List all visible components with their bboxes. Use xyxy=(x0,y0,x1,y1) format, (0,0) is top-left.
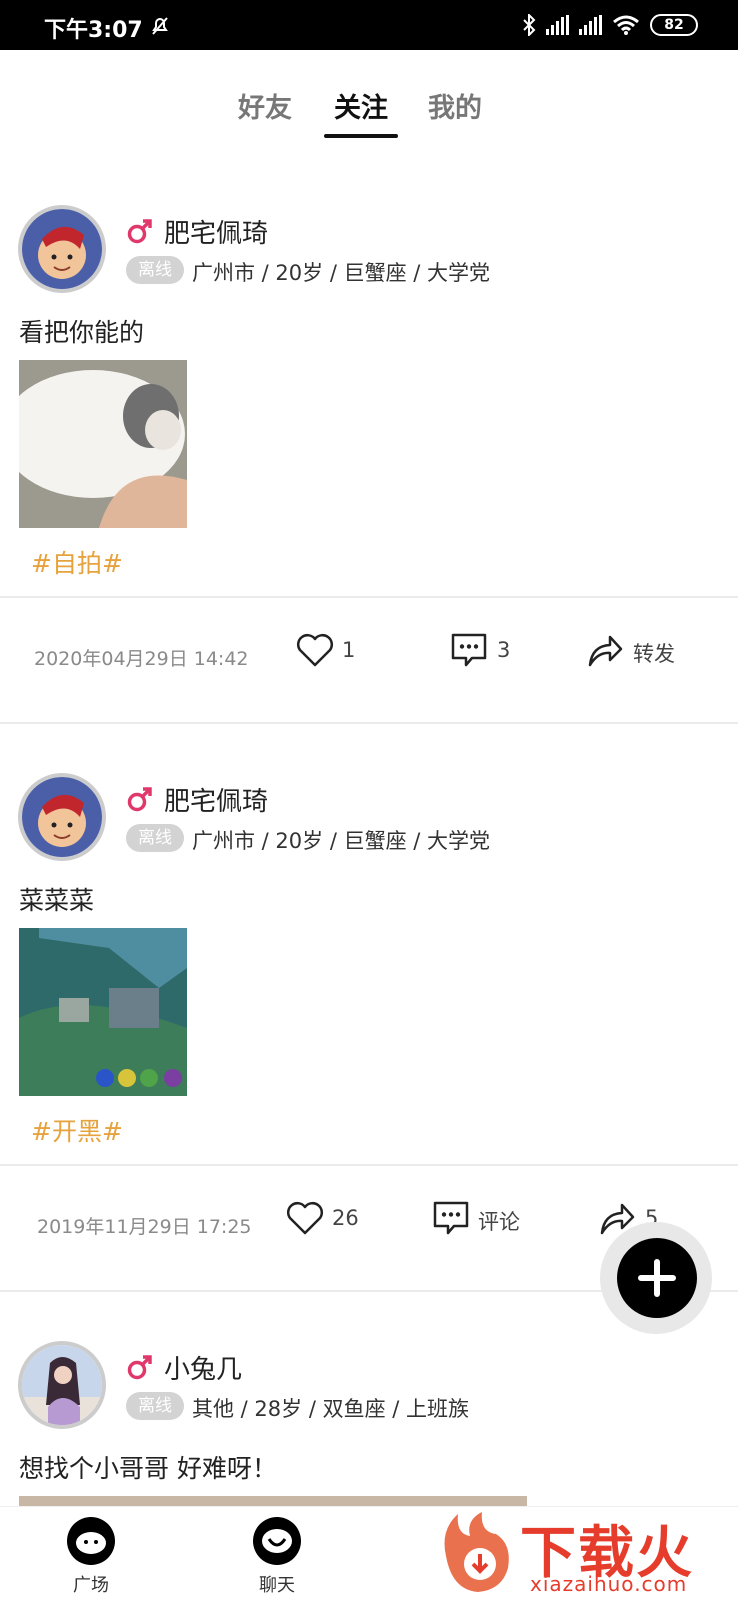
post-text: 想找个小哥哥 好难呀！ xyxy=(19,1454,277,1483)
signal-1-icon xyxy=(546,15,569,35)
status-time: 下午3:07 xyxy=(44,18,143,43)
add-post-button[interactable] xyxy=(617,1238,697,1318)
nav-chat-label: 聊天 xyxy=(259,1575,295,1596)
watermark-url: xiazaihuo.com xyxy=(530,1572,688,1596)
watermark-logo-icon xyxy=(444,1512,509,1592)
status-icons: 82 xyxy=(522,14,698,36)
avatar[interactable] xyxy=(18,773,106,861)
nav-plaza-label: 广场 xyxy=(73,1575,109,1596)
comment-count: 3 xyxy=(497,638,511,662)
username[interactable]: 肥宅佩琦 xyxy=(164,213,268,250)
signal-2-icon xyxy=(579,15,602,35)
like-count: 26 xyxy=(332,1206,359,1230)
plus-icon xyxy=(638,1259,676,1297)
nav-plaza[interactable]: 广场 xyxy=(46,1517,136,1597)
username[interactable]: 小兔几 xyxy=(164,1349,242,1386)
bell-muted-icon xyxy=(152,17,168,35)
male-gender-icon xyxy=(127,219,152,244)
watermark: 下载火 xiazaihuo.com xyxy=(436,1504,738,1600)
heart-icon[interactable] xyxy=(286,1200,324,1236)
share-label[interactable]: 转发 xyxy=(633,638,675,668)
divider xyxy=(0,1164,738,1166)
post-tag[interactable]: #开黑# xyxy=(31,1112,123,1148)
divider xyxy=(0,722,738,724)
heart-icon[interactable] xyxy=(296,632,334,668)
post-image[interactable] xyxy=(19,928,187,1096)
tab-mine[interactable]: 我的 xyxy=(428,86,482,125)
post-text: 菜菜菜 xyxy=(19,886,95,915)
male-gender-icon xyxy=(127,1355,152,1380)
tab-following[interactable]: 关注 xyxy=(334,86,388,125)
active-tab-indicator xyxy=(324,134,398,138)
divider xyxy=(0,596,738,598)
plaza-icon xyxy=(67,1517,115,1565)
like-count: 1 xyxy=(342,638,356,662)
status-badge: 离线 xyxy=(126,256,184,284)
status-bar: 下午3:07 82 xyxy=(0,0,738,50)
status-badge: 离线 xyxy=(126,1392,184,1420)
comment-label[interactable]: 评论 xyxy=(478,1206,520,1236)
wifi-icon xyxy=(613,15,639,35)
user-info: 其他 / 28岁 / 双鱼座 / 上班族 xyxy=(192,1397,469,1421)
share-icon[interactable] xyxy=(586,632,624,668)
bluetooth-icon xyxy=(523,14,536,36)
battery-indicator: 82 xyxy=(650,14,698,36)
comment-icon[interactable] xyxy=(432,1200,470,1236)
nav-chat[interactable]: 聊天 xyxy=(232,1517,322,1597)
tab-friends[interactable]: 好友 xyxy=(238,86,292,125)
post-image[interactable] xyxy=(19,360,187,528)
comment-icon[interactable] xyxy=(450,632,488,668)
avatar[interactable] xyxy=(18,1341,106,1429)
post-time: 2020年04月29日 14:42 xyxy=(34,648,249,670)
post-tag[interactable]: #自拍# xyxy=(31,544,123,580)
user-info: 广州市 / 20岁 / 巨蟹座 / 大学党 xyxy=(192,261,490,285)
chat-icon xyxy=(253,1517,301,1565)
post-time: 2019年11月29日 17:25 xyxy=(37,1216,252,1238)
post-text: 看把你能的 xyxy=(19,318,145,347)
avatar[interactable] xyxy=(18,205,106,293)
male-gender-icon xyxy=(127,787,152,812)
username[interactable]: 肥宅佩琦 xyxy=(164,781,268,818)
user-info: 广州市 / 20岁 / 巨蟹座 / 大学党 xyxy=(192,829,490,853)
status-badge: 离线 xyxy=(126,824,184,852)
